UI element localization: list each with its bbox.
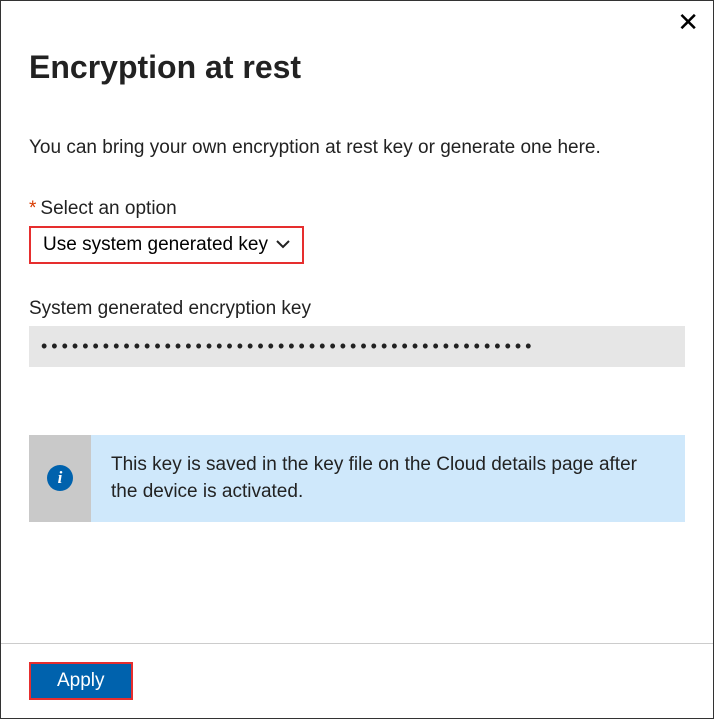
option-label-text: Select an option bbox=[40, 198, 176, 219]
info-icon-wrap: i bbox=[29, 435, 91, 522]
description-text: You can bring your own encryption at res… bbox=[29, 134, 685, 162]
info-text: This key is saved in the key file on the… bbox=[91, 435, 685, 522]
apply-button[interactable]: Apply bbox=[29, 662, 133, 700]
info-box: i This key is saved in the key file on t… bbox=[29, 435, 685, 522]
option-dropdown-value: Use system generated key bbox=[43, 234, 268, 256]
option-dropdown[interactable]: Use system generated key bbox=[29, 226, 304, 264]
required-indicator: * bbox=[29, 198, 36, 219]
page-title: Encryption at rest bbox=[29, 49, 685, 86]
chevron-down-icon bbox=[276, 236, 290, 254]
footer-bar: Apply bbox=[1, 643, 713, 718]
option-label: *Select an option bbox=[29, 198, 685, 220]
close-icon[interactable]: ✕ bbox=[677, 9, 699, 35]
key-label: System generated encryption key bbox=[29, 298, 685, 320]
info-icon: i bbox=[47, 465, 73, 491]
key-field bbox=[29, 326, 685, 367]
encryption-panel: Encryption at rest You can bring your ow… bbox=[1, 1, 713, 641]
